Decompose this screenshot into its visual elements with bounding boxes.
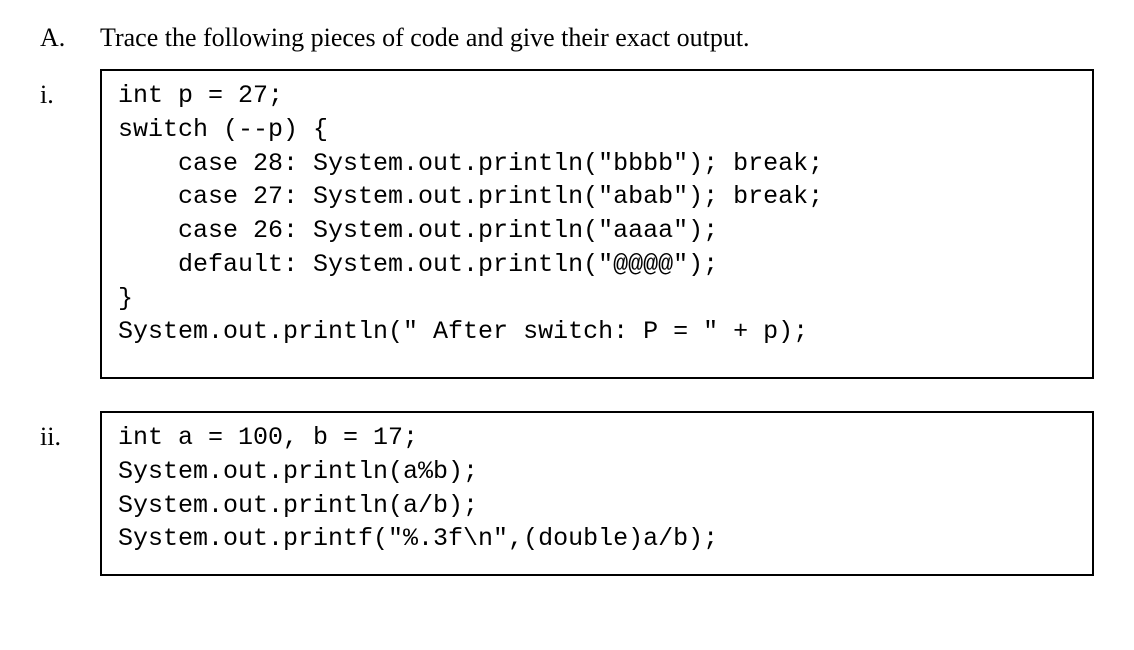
part-ii-label: ii.	[40, 411, 100, 454]
code-box-ii: int a = 100, b = 17; System.out.println(…	[100, 411, 1094, 576]
part-i-row: i. int p = 27; switch (--p) { case 28: S…	[40, 69, 1094, 379]
spacer	[40, 393, 1094, 411]
part-ii-row: ii. int a = 100, b = 17; System.out.prin…	[40, 411, 1094, 576]
question-header: A. Trace the following pieces of code an…	[40, 18, 1094, 55]
question-prompt: Trace the following pieces of code and g…	[100, 18, 1094, 55]
question-letter: A.	[40, 18, 100, 55]
code-box-i: int p = 27; switch (--p) { case 28: Syst…	[100, 69, 1094, 379]
part-i-label: i.	[40, 69, 100, 112]
